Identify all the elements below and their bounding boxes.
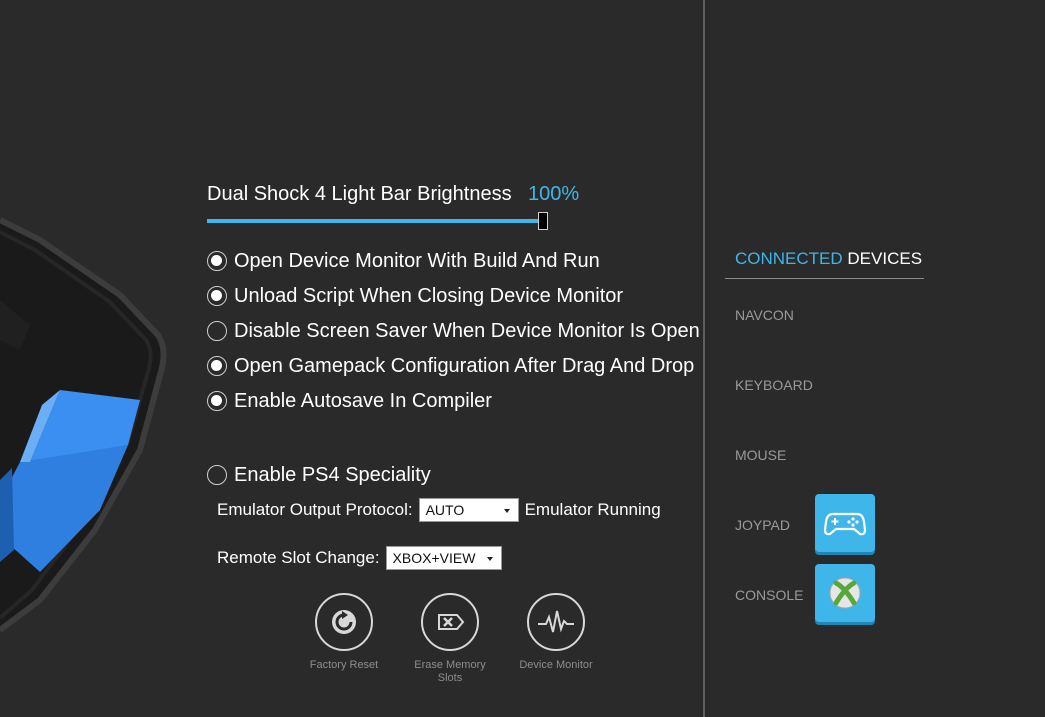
device-monitor-icon	[527, 593, 585, 651]
panel-divider	[703, 0, 705, 717]
xbox-icon	[829, 577, 861, 609]
devices-divider	[725, 278, 924, 279]
option-disable-screen-saver[interactable]: Disable Screen Saver When Device Monitor…	[207, 318, 700, 344]
option-label: Enable Autosave In Compiler	[234, 389, 492, 412]
remote-slot-select[interactable]: XBOX+VIEW	[385, 546, 502, 570]
device-joypad-label: JOYPAD	[735, 517, 790, 533]
gamepad-artwork	[0, 217, 167, 633]
brightness-slider[interactable]	[207, 212, 548, 230]
option-label: Open Device Monitor With Build And Run	[234, 249, 600, 272]
emulator-status: Emulator Running	[524, 500, 661, 519]
device-monitor-button[interactable]: Device Monitor	[501, 593, 611, 672]
emulator-output-value: AUTO	[425, 502, 465, 518]
connected-devices-title: CONNECTED DEVICES	[735, 249, 922, 269]
device-monitor-label: Device Monitor	[519, 659, 593, 671]
radio-button[interactable]	[207, 286, 227, 306]
slider-fill	[207, 219, 542, 223]
option-unload-script[interactable]: Unload Script When Closing Device Monito…	[207, 283, 623, 309]
option-open-gamepack-config[interactable]: Open Gamepack Configuration After Drag A…	[207, 353, 694, 379]
factory-reset-button[interactable]: Factory Reset	[289, 593, 399, 672]
factory-reset-label: Factory Reset	[309, 659, 379, 671]
console-device-badge[interactable]	[815, 564, 875, 622]
radio-button[interactable]	[207, 356, 227, 376]
option-enable-ps4-speciality[interactable]: Enable PS4 Speciality	[207, 462, 431, 488]
emulator-output-label: Emulator Output Protocol:	[217, 500, 413, 519]
factory-reset-icon	[315, 593, 373, 651]
emulator-output-row: Emulator Output Protocol: AUTO Emulator …	[217, 498, 661, 522]
slider-thumb[interactable]	[538, 212, 548, 230]
dropdown-arrow-icon	[486, 557, 493, 561]
title-accent: CONNECTED	[735, 249, 843, 268]
erase-memory-slots-button[interactable]: Erase Memory Slots	[395, 593, 505, 685]
gamepad-icon	[823, 512, 867, 536]
option-label: Open Gamepack Configuration After Drag A…	[234, 354, 695, 377]
option-label: Unload Script When Closing Device Monito…	[234, 284, 624, 307]
brightness-label: Dual Shock 4 Light Bar Brightness	[207, 183, 512, 205]
device-console-label: CONSOLE	[735, 587, 804, 603]
device-mouse-label: MOUSE	[735, 447, 787, 463]
option-label: Enable PS4 Speciality	[234, 463, 431, 486]
remote-slot-label: Remote Slot Change:	[217, 548, 380, 567]
radio-button[interactable]	[207, 391, 227, 411]
title-rest: DEVICES	[847, 249, 923, 268]
option-label: Disable Screen Saver When Device Monitor…	[234, 319, 700, 342]
erase-memory-label: Erase Memory Slots	[414, 659, 486, 684]
remote-slot-row: Remote Slot Change: XBOX+VIEW	[217, 546, 502, 570]
remote-slot-value: XBOX+VIEW	[392, 550, 476, 566]
joypad-device-badge[interactable]	[815, 494, 875, 552]
radio-button[interactable]	[207, 465, 227, 485]
dropdown-arrow-icon	[503, 509, 510, 513]
option-open-device-monitor[interactable]: Open Device Monitor With Build And Run	[207, 248, 600, 274]
brightness-value: 100%	[528, 183, 580, 205]
radio-button[interactable]	[207, 321, 227, 341]
radio-button[interactable]	[207, 251, 227, 271]
device-navcon-label: NAVCON	[735, 307, 794, 323]
erase-memory-icon	[421, 593, 479, 651]
emulator-output-select[interactable]: AUTO	[418, 498, 519, 522]
option-enable-autosave[interactable]: Enable Autosave In Compiler	[207, 388, 492, 414]
device-keyboard-label: KEYBOARD	[735, 377, 813, 393]
